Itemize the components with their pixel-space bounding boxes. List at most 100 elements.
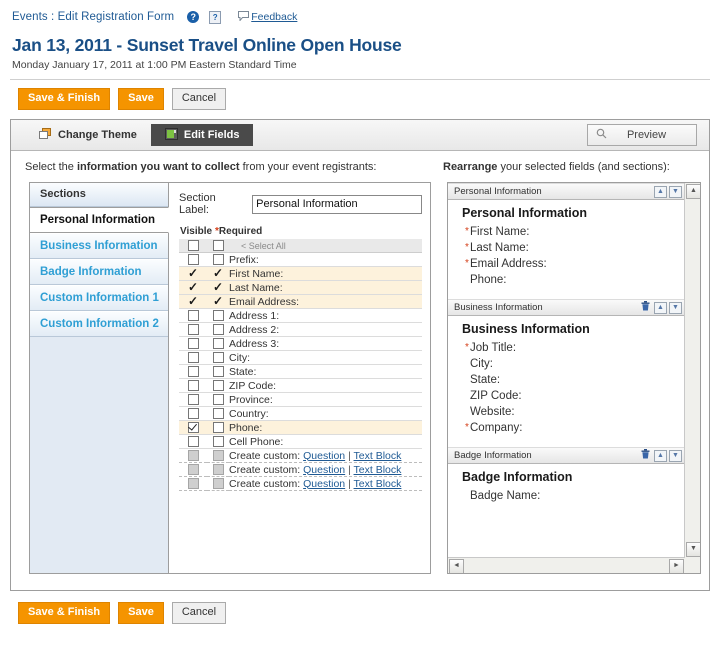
section-label-input[interactable]: [252, 194, 422, 214]
scroll-left-button[interactable]: ◄: [449, 559, 464, 573]
create-custom-text-block-link[interactable]: Text Block: [354, 450, 402, 462]
visible-checkmark[interactable]: ✓: [188, 280, 198, 294]
table-row[interactable]: Cell Phone:: [179, 434, 422, 449]
visible-checkbox[interactable]: [187, 436, 199, 448]
table-row[interactable]: Address 1:: [179, 308, 422, 323]
visible-checkmark[interactable]: ✓: [188, 266, 198, 280]
visible-checkbox[interactable]: [187, 324, 199, 336]
table-row[interactable]: Country:: [179, 406, 422, 421]
table-row[interactable]: Prefix:: [179, 252, 422, 267]
rearrange-field[interactable]: Badge Name:: [448, 488, 685, 504]
table-row[interactable]: ✓ ✓ Last Name:: [179, 280, 422, 295]
required-checkbox[interactable]: [212, 422, 224, 434]
table-row-select-all[interactable]: < Select All: [179, 239, 422, 253]
rearrange-field[interactable]: City:: [448, 356, 685, 372]
help-square-icon[interactable]: ?: [209, 10, 222, 24]
select-all-label[interactable]: < Select All: [229, 241, 286, 251]
rearrange-field[interactable]: Phone:: [448, 272, 685, 288]
required-checkbox[interactable]: [212, 352, 224, 364]
save-and-finish-button-top[interactable]: Save & Finish: [18, 88, 111, 110]
required-checkbox[interactable]: [212, 338, 224, 350]
help-circle-icon[interactable]: ?: [187, 11, 200, 23]
preview-button[interactable]: Preview: [587, 124, 697, 146]
horizontal-scrollbar[interactable]: ◄ ►: [448, 557, 685, 573]
visible-checkbox[interactable]: [187, 380, 199, 392]
select-all-required-checkbox[interactable]: [212, 240, 224, 252]
rearrange-section-bar[interactable]: Business Information ▲ ▼: [448, 299, 685, 316]
rearrange-field[interactable]: * Company:: [448, 420, 685, 436]
vertical-scrollbar[interactable]: ▲ ▼: [684, 183, 700, 558]
move-up-button[interactable]: ▲: [654, 185, 667, 198]
table-row[interactable]: ✓ ✓ First Name:: [179, 266, 422, 281]
select-all-visible-checkbox[interactable]: [187, 240, 199, 252]
sidebar-item-custom-information-2[interactable]: Custom Information 2: [30, 311, 168, 337]
table-row[interactable]: Phone:: [179, 420, 422, 435]
tab-change-theme[interactable]: Change Theme: [25, 124, 151, 146]
move-down-button[interactable]: ▼: [669, 449, 682, 462]
table-row[interactable]: Create custom: Question | Text Block: [179, 462, 422, 477]
create-custom-question-link[interactable]: Question: [303, 450, 345, 462]
feedback-link-wrap[interactable]: Feedback: [238, 10, 297, 24]
rearrange-field[interactable]: State:: [448, 372, 685, 388]
move-down-button[interactable]: ▼: [669, 185, 682, 198]
visible-checkbox[interactable]: [187, 366, 199, 378]
move-down-button[interactable]: ▼: [669, 301, 682, 314]
required-checkbox[interactable]: [212, 436, 224, 448]
rearrange-field[interactable]: ZIP Code:: [448, 388, 685, 404]
feedback-link[interactable]: Feedback: [251, 11, 297, 23]
table-row[interactable]: Address 2:: [179, 322, 422, 337]
table-row[interactable]: ✓ ✓ Email Address:: [179, 294, 422, 309]
cancel-button-bottom[interactable]: Cancel: [171, 602, 227, 624]
trash-icon[interactable]: [641, 449, 650, 462]
visible-checkbox[interactable]: [187, 254, 199, 266]
save-button-top[interactable]: Save: [118, 88, 164, 110]
rearrange-field[interactable]: * Job Title:: [448, 340, 685, 356]
create-custom-question-link[interactable]: Question: [303, 464, 345, 476]
rearrange-section-bar[interactable]: Badge Information ▲ ▼: [448, 447, 685, 464]
cancel-button-top[interactable]: Cancel: [171, 88, 227, 110]
visible-checkbox[interactable]: [187, 338, 199, 350]
save-and-finish-button-bottom[interactable]: Save & Finish: [18, 602, 111, 624]
table-row[interactable]: Create custom: Question | Text Block: [179, 448, 422, 463]
required-checkbox[interactable]: [212, 254, 224, 266]
required-checkbox[interactable]: [212, 394, 224, 406]
visible-checkbox[interactable]: [187, 394, 199, 406]
breadcrumb[interactable]: Events : Edit Registration Form: [12, 11, 174, 23]
rearrange-section-bar[interactable]: Personal Information ▲ ▼: [448, 183, 685, 200]
required-checkbox[interactable]: [212, 324, 224, 336]
visible-checkbox[interactable]: [187, 408, 199, 420]
required-checkbox[interactable]: [212, 380, 224, 392]
table-row[interactable]: City:: [179, 350, 422, 365]
scroll-right-button[interactable]: ►: [669, 559, 684, 573]
create-custom-text-block-link[interactable]: Text Block: [354, 464, 402, 476]
rearrange-field[interactable]: * First Name:: [448, 224, 685, 240]
scroll-down-button[interactable]: ▼: [686, 542, 700, 557]
table-row[interactable]: Address 3:: [179, 336, 422, 351]
visible-checkbox[interactable]: [187, 352, 199, 364]
required-checkbox[interactable]: [212, 408, 224, 420]
create-custom-text-block-link[interactable]: Text Block: [354, 478, 402, 490]
tab-edit-fields[interactable]: Edit Fields: [150, 124, 254, 146]
save-button-bottom[interactable]: Save: [118, 602, 164, 624]
scroll-up-button[interactable]: ▲: [686, 184, 700, 199]
required-checkmark[interactable]: ✓: [213, 266, 223, 280]
sidebar-item-badge-information[interactable]: Badge Information: [30, 259, 168, 285]
create-custom-question-link[interactable]: Question: [303, 478, 345, 490]
visible-checkmark[interactable]: ✓: [188, 294, 198, 308]
visible-checkbox[interactable]: [187, 422, 199, 434]
table-row[interactable]: State:: [179, 364, 422, 379]
required-checkmark[interactable]: ✓: [213, 280, 223, 294]
visible-checkbox[interactable]: [187, 310, 199, 322]
required-checkbox[interactable]: [212, 366, 224, 378]
sidebar-item-custom-information-1[interactable]: Custom Information 1: [30, 285, 168, 311]
table-row[interactable]: Province:: [179, 392, 422, 407]
move-up-button[interactable]: ▲: [654, 449, 667, 462]
rearrange-field[interactable]: Website:: [448, 404, 685, 420]
sidebar-item-business-information[interactable]: Business Information: [30, 233, 168, 259]
rearrange-field[interactable]: * Last Name:: [448, 240, 685, 256]
required-checkbox[interactable]: [212, 310, 224, 322]
table-row[interactable]: Create custom: Question | Text Block: [179, 476, 422, 491]
trash-icon[interactable]: [641, 301, 650, 314]
rearrange-field[interactable]: * Email Address:: [448, 256, 685, 272]
move-up-button[interactable]: ▲: [654, 301, 667, 314]
